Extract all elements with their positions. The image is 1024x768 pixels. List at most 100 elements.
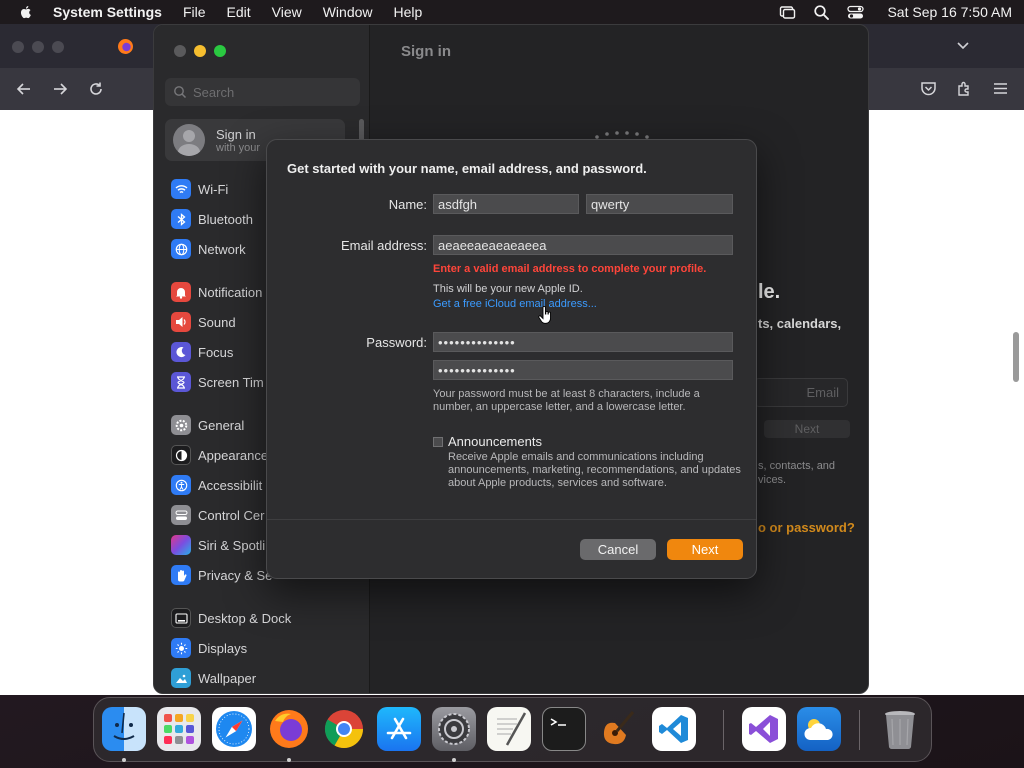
password-confirm-field[interactable]	[433, 360, 733, 380]
pane-title: Sign in	[401, 43, 451, 60]
launchpad-icon[interactable]	[157, 707, 201, 751]
sidebar-item-desktop-dock[interactable]: Desktop & Dock	[171, 607, 291, 629]
sidebar-item-wifi[interactable]: Wi-Fi	[171, 178, 228, 200]
avatar	[173, 124, 205, 156]
chrome-icon[interactable]	[322, 707, 366, 751]
sidebar-item-label: Wallpaper	[198, 670, 257, 686]
sidebar-item-label: Bluetooth	[198, 211, 253, 227]
back-arrow-icon[interactable]	[15, 80, 33, 98]
pocket-icon[interactable]	[920, 80, 937, 97]
menu-help[interactable]: Help	[394, 4, 423, 20]
trash-icon[interactable]	[878, 707, 922, 751]
maximize-window-button[interactable]	[214, 45, 226, 57]
garageband-icon[interactable]	[597, 707, 641, 751]
window-controls	[174, 45, 226, 57]
sidebar-item-label: Desktop & Dock	[198, 610, 292, 626]
visual-studio-icon[interactable]	[742, 707, 786, 751]
menu-view[interactable]: View	[272, 4, 302, 20]
background-info-text: s, contacts, and vices.	[758, 459, 835, 487]
hand-icon	[171, 565, 191, 585]
apple-menu-icon[interactable]	[18, 4, 34, 20]
sidebar-item-label: Focus	[198, 344, 234, 360]
sidebar-item-appearance[interactable]: Appearance	[171, 444, 268, 466]
terminal-icon[interactable]	[542, 707, 586, 751]
menu-file[interactable]: File	[183, 4, 206, 20]
sidebar-item-notifications[interactable]: Notification	[171, 281, 262, 303]
menu-edit[interactable]: Edit	[227, 4, 251, 20]
extensions-icon[interactable]	[956, 80, 973, 97]
announcements-checkbox[interactable]	[433, 437, 443, 447]
textedit-icon[interactable]	[487, 707, 531, 751]
spotlight-search-icon[interactable]	[813, 4, 830, 21]
sidebar-item-control-center[interactable]: Control Cer	[171, 504, 264, 526]
system-settings-icon[interactable]	[432, 707, 476, 751]
sidebar-item-bluetooth[interactable]: Bluetooth	[171, 208, 253, 230]
menubar-clock[interactable]: Sat Sep 16 7:50 AM	[887, 4, 1012, 20]
safari-icon[interactable]	[212, 707, 256, 751]
dock-separator	[859, 710, 860, 750]
menu-window[interactable]: Window	[323, 4, 373, 20]
sidebar-item-screen-time[interactable]: Screen Tim	[171, 371, 264, 393]
firefox-icon[interactable]	[267, 707, 311, 751]
gear-icon	[171, 415, 191, 435]
tab-list-chevron-icon[interactable]	[956, 40, 970, 52]
vscode-icon[interactable]	[652, 707, 696, 751]
sidebar-item-sound[interactable]: Sound	[171, 311, 236, 333]
wifi-icon	[171, 179, 191, 199]
sidebar-item-wallpaper[interactable]: Wallpaper	[171, 667, 256, 689]
dialog-title: Get started with your name, email addres…	[287, 161, 647, 176]
sidebar-item-general[interactable]: General	[171, 414, 244, 436]
cancel-button[interactable]: Cancel	[580, 539, 656, 560]
email-label: Email address:	[341, 238, 427, 253]
reload-icon[interactable]	[87, 80, 105, 98]
background-heading: le.	[758, 281, 781, 303]
background-email-field: Email	[754, 378, 848, 407]
search-input[interactable]	[193, 84, 343, 100]
sidebar-item-siri-spotlight[interactable]: Siri & Spotli	[171, 534, 265, 556]
firefox-tab-icon[interactable]	[117, 38, 134, 55]
sidebar-item-displays[interactable]: Displays	[171, 637, 247, 659]
wallpaper-icon	[171, 668, 191, 688]
password-field[interactable]	[433, 332, 733, 352]
sidebar-search	[165, 78, 360, 106]
background-next-button: Next	[764, 420, 850, 438]
close-window-button[interactable]	[174, 45, 186, 57]
dock-separator	[723, 710, 724, 750]
sidebar-item-label: Accessibilit	[198, 477, 263, 493]
bell-icon	[171, 282, 191, 302]
name-label: Name:	[388, 197, 427, 212]
email-field[interactable]	[433, 235, 733, 255]
sidebar-item-privacy-security[interactable]: Privacy & Se	[171, 564, 272, 586]
browser-window-controls[interactable]	[12, 41, 64, 53]
sidebar-item-network[interactable]: Network	[171, 238, 246, 260]
next-button[interactable]: Next	[667, 539, 743, 560]
weather-icon[interactable]	[797, 707, 841, 751]
background-info-line: vices.	[758, 474, 787, 486]
menu-bar: System Settings File Edit View Window He…	[0, 0, 1024, 24]
app-store-icon[interactable]	[377, 707, 421, 751]
announcements-label[interactable]: Announcements	[448, 434, 542, 449]
first-name-field[interactable]	[433, 194, 579, 214]
sidebar-item-accessibility[interactable]: Accessibilit	[171, 474, 262, 496]
pointer-hand-cursor-icon	[538, 306, 551, 324]
menu-app-name[interactable]: System Settings	[53, 4, 162, 20]
running-indicator	[122, 758, 126, 762]
announcements-description: Receive Apple emails and communications …	[448, 451, 741, 489]
finder-icon[interactable]	[102, 707, 146, 751]
icloud-email-link[interactable]: Get a free iCloud email address...	[433, 298, 597, 310]
hamburger-menu-icon[interactable]	[992, 80, 1009, 97]
sidebar-item-label: Sound	[198, 314, 236, 330]
sidebar-item-label: Siri & Spotli	[198, 537, 266, 553]
signup-dialog: Get started with your name, email addres…	[266, 139, 757, 579]
accessibility-icon	[171, 475, 191, 495]
control-center-icon[interactable]	[847, 4, 865, 21]
browser-scrollbar[interactable]	[1013, 332, 1019, 382]
forward-arrow-icon[interactable]	[51, 80, 69, 98]
minimize-window-button[interactable]	[194, 45, 206, 57]
screen-mirroring-icon[interactable]	[779, 4, 796, 21]
dock-icon	[171, 608, 191, 628]
sidebar-item-focus[interactable]: Focus	[171, 341, 233, 363]
last-name-field[interactable]	[586, 194, 733, 214]
background-info-line: s, contacts, and	[758, 460, 836, 472]
email-error-message: Enter a valid email address to complete …	[433, 263, 707, 275]
